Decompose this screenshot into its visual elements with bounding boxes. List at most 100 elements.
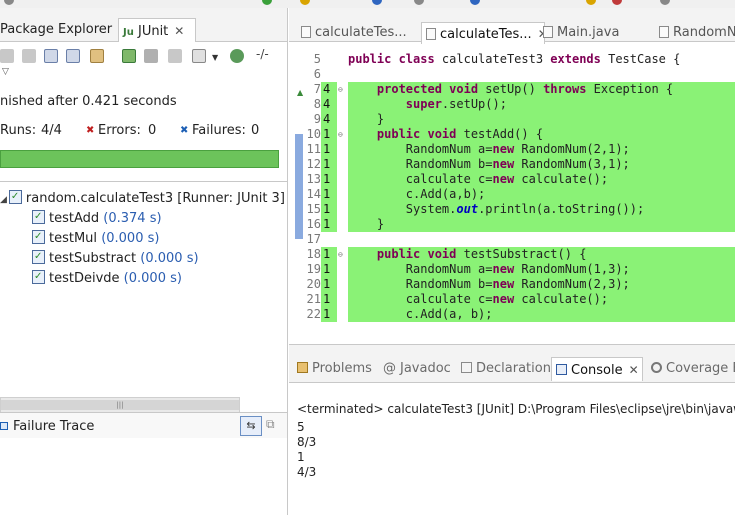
test-item[interactable]: testDeivde (0.000 s) bbox=[32, 268, 182, 288]
editor-tab[interactable]: RandomN bbox=[659, 22, 735, 44]
chevron-down-icon[interactable]: ▽ bbox=[2, 67, 12, 77]
editor-tab[interactable]: calculateTes... bbox=[301, 22, 407, 44]
code-text: c.Add(a,b); bbox=[348, 187, 735, 202]
close-icon[interactable]: ✕ bbox=[629, 363, 639, 377]
code-line[interactable]: 11 1 RandomNum a=new RandomNum(2,1); bbox=[289, 142, 735, 157]
collapse-icon[interactable]: ◢ bbox=[0, 195, 7, 205]
tab-problems[interactable]: Problems bbox=[297, 357, 372, 381]
main-toolbar-strip bbox=[0, 0, 735, 8]
code-line[interactable]: 15 1 System.out.println(a.toString()); bbox=[289, 202, 735, 217]
tab-label: Javadoc bbox=[400, 361, 451, 376]
editor-tab-label: calculateTes... bbox=[315, 25, 407, 40]
error-icon: ✖ bbox=[86, 125, 95, 136]
toolbar-icon[interactable] bbox=[4, 0, 14, 5]
tab-declaration[interactable]: Declaration bbox=[461, 357, 551, 381]
code-text: public void testSubstract() { bbox=[348, 247, 735, 262]
code-line[interactable]: 5 public class calculateTest3 extends Tes… bbox=[289, 52, 735, 67]
code-line[interactable]: 12 1 RandomNum b=new RandomNum(3,1); bbox=[289, 157, 735, 172]
previous-failure-icon[interactable] bbox=[22, 49, 36, 63]
code-line[interactable]: 17 bbox=[289, 232, 735, 247]
code-line[interactable]: 22 1 c.Add(a, b); bbox=[289, 307, 735, 322]
show-failures-only-icon[interactable] bbox=[44, 49, 58, 63]
tab-javadoc[interactable]: @ Javadoc bbox=[383, 357, 451, 381]
toolbar-icon[interactable] bbox=[586, 0, 596, 5]
code-text: RandomNum b=new RandomNum(2,3); bbox=[348, 277, 735, 292]
coverage-hit-count bbox=[321, 67, 337, 82]
toolbar-icon[interactable] bbox=[372, 0, 382, 5]
code-line[interactable]: 84 super.setUp(); bbox=[289, 97, 735, 112]
chevron-down-icon[interactable]: ▼ bbox=[212, 53, 220, 62]
line-number: 7 bbox=[313, 82, 321, 96]
line-number: 19 bbox=[306, 262, 321, 276]
close-icon[interactable]: ✕ bbox=[174, 24, 184, 38]
test-passed-icon bbox=[32, 248, 45, 266]
view-menu-label[interactable]: -/- bbox=[256, 47, 269, 61]
line-number: 22 bbox=[306, 307, 321, 321]
code-line[interactable]: 10 1 ⊖ public void testAdd() { bbox=[289, 127, 735, 142]
code-line[interactable]: 94 } bbox=[289, 112, 735, 127]
code-line[interactable]: 16 1 } bbox=[289, 217, 735, 232]
code-line[interactable]: 18 1 ⊖ public void testSubstract() { bbox=[289, 247, 735, 262]
test-item[interactable]: testMul (0.000 s) bbox=[32, 228, 159, 248]
coverage-hit-count: 1 bbox=[321, 187, 337, 202]
junit-toolbar: ▼ -/- ▽ bbox=[0, 45, 287, 77]
rerun-failed-icon[interactable] bbox=[144, 49, 158, 63]
filter-stack-trace-button[interactable]: ⇆ bbox=[240, 416, 262, 436]
test-name: testAdd bbox=[49, 211, 100, 226]
tree-root-label: random.calculateTest3 [Runner: JUnit 3] … bbox=[25, 191, 288, 206]
console-output-line: 4/3 bbox=[297, 465, 317, 479]
horizontal-scrollbar[interactable]: ||| bbox=[0, 397, 240, 413]
next-failure-icon[interactable] bbox=[0, 49, 14, 63]
tab-coverage[interactable]: Coverage E bbox=[651, 357, 735, 381]
tab-console[interactable]: Console ✕ bbox=[551, 357, 643, 381]
stop-icon[interactable] bbox=[168, 49, 182, 63]
java-file-icon bbox=[543, 26, 553, 38]
test-name: testMul bbox=[49, 231, 98, 246]
history-icon[interactable] bbox=[192, 49, 206, 63]
toolbar-icon[interactable] bbox=[414, 0, 424, 5]
line-number: 5 bbox=[313, 52, 321, 66]
tab-junit[interactable]: Ju JUnit ✕ bbox=[118, 18, 196, 42]
code-line[interactable]: 19 1 RandomNum a=new RandomNum(1,3); bbox=[289, 262, 735, 277]
console-status: <terminated> calculateTest3 [JUnit] D:\P… bbox=[297, 402, 735, 416]
test-item[interactable]: testSubstract (0.000 s) bbox=[32, 248, 199, 268]
editor-tab[interactable]: Main.java bbox=[543, 22, 619, 44]
code-text: RandomNum a=new RandomNum(2,1); bbox=[348, 142, 735, 157]
code-text: public void testAdd() { bbox=[348, 127, 735, 142]
toolbar-icon[interactable] bbox=[300, 0, 310, 5]
code-line[interactable]: 20 1 RandomNum b=new RandomNum(2,3); bbox=[289, 277, 735, 292]
at-icon: @ bbox=[383, 361, 396, 376]
tab-package-explorer[interactable]: Package Explorer bbox=[0, 18, 112, 42]
rerun-icon[interactable] bbox=[122, 49, 136, 63]
scrollbar-thumb[interactable]: ||| bbox=[1, 400, 239, 410]
code-text: public class calculateTest3 extends Test… bbox=[348, 52, 681, 66]
failure-trace-icon bbox=[0, 422, 8, 430]
test-item[interactable]: testAdd (0.374 s) bbox=[32, 208, 162, 228]
fold-toggle-icon[interactable]: ⊖ bbox=[338, 247, 343, 262]
view-menu-icon[interactable] bbox=[230, 49, 244, 63]
fold-toggle-icon[interactable]: ⊖ bbox=[338, 82, 343, 97]
coverage-hit-count: 1 bbox=[321, 262, 337, 277]
coverage-hit-count: 1 bbox=[321, 142, 337, 157]
coverage-hit-count: 1 bbox=[321, 172, 337, 187]
run-icon[interactable] bbox=[262, 0, 272, 5]
failures-value: 0 bbox=[251, 123, 260, 138]
toolbar-icon[interactable] bbox=[660, 0, 670, 5]
code-line[interactable]: 14 1 c.Add(a,b); bbox=[289, 187, 735, 202]
toolbar-icon[interactable] bbox=[470, 0, 480, 5]
tab-label: Declaration bbox=[476, 361, 551, 376]
code-line[interactable]: 13 1 calculate c=new calculate(); bbox=[289, 172, 735, 187]
line-number: 10 bbox=[306, 127, 321, 141]
code-line[interactable]: 7 4 ⊖ protected void setUp() throws Except… bbox=[289, 82, 735, 97]
code-line[interactable]: 6 bbox=[289, 67, 735, 82]
code-area[interactable]: 5 public class calculateTest3 extends Tes… bbox=[289, 52, 735, 344]
scroll-lock-icon[interactable] bbox=[66, 49, 80, 63]
editor-tab-active[interactable]: calculateTes...✕ bbox=[421, 22, 548, 44]
tab-label: Coverage E bbox=[666, 361, 735, 376]
fold-toggle-icon[interactable]: ⊖ bbox=[338, 127, 343, 142]
toolbar-icon[interactable] bbox=[612, 0, 622, 5]
layout-icon[interactable] bbox=[90, 49, 104, 63]
compare-icon[interactable]: ⧉ bbox=[266, 417, 275, 432]
code-line[interactable]: 21 1 calculate c=new calculate(); bbox=[289, 292, 735, 307]
tree-root-item[interactable]: ◢ random.calculateTest3 [Runner: JUnit 3]… bbox=[0, 188, 288, 208]
